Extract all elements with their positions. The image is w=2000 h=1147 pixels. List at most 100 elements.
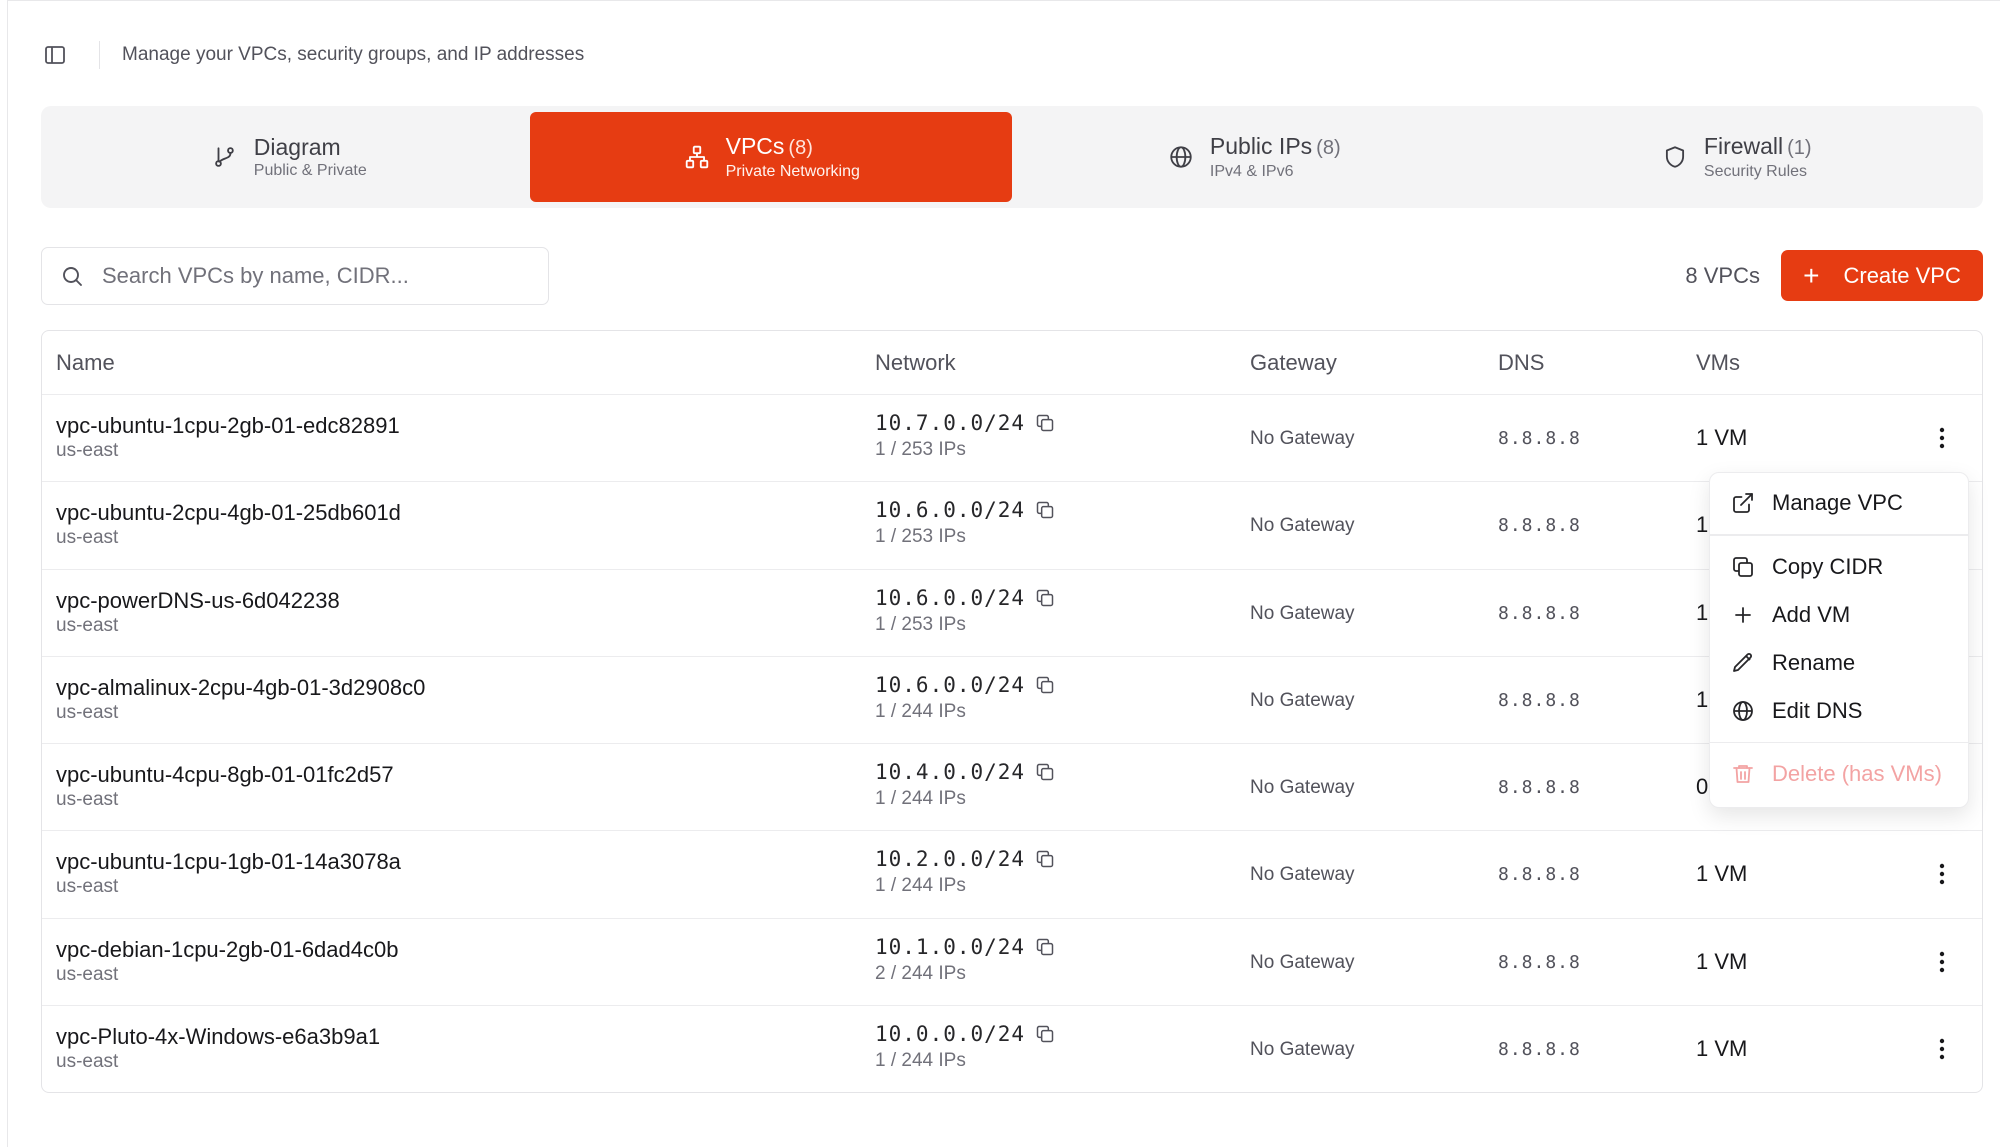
vpc-region: us-east	[56, 876, 119, 898]
menu-item-edit-dns[interactable]: Edit DNS	[1710, 687, 1968, 735]
column-header-network[interactable]: Network	[875, 350, 956, 376]
dns-value: 8.8.8.8	[1498, 864, 1581, 886]
tab-count-badge: (8)	[788, 137, 813, 159]
ip-usage: 1 / 253 IPs	[875, 526, 966, 548]
ip-usage: 2 / 244 IPs	[875, 962, 966, 984]
network-cell: 10.2.0.0/24 1 / 244 IPs	[875, 847, 1057, 897]
git-branch-icon	[210, 142, 240, 172]
vpc-region: us-east	[56, 527, 119, 549]
column-header-gateway[interactable]: Gateway	[1250, 350, 1337, 376]
network-cell: 10.0.0.0/24 1 / 244 IPs	[875, 1022, 1057, 1072]
vpc-name[interactable]: vpc-almalinux-2cpu-4gb-01-3d2908c0	[56, 674, 425, 702]
copy-icon[interactable]	[1035, 761, 1057, 783]
menu-item-manage-vpc[interactable]: Manage VPC	[1710, 479, 1968, 527]
sidebar-toggle-icon[interactable]	[41, 41, 69, 69]
copy-icon[interactable]	[1035, 936, 1057, 958]
cidr-value: 10.6.0.0/24	[875, 498, 1026, 523]
vpc-name-cell: vpc-debian-1cpu-2gb-01-6dad4c0b us-east	[56, 936, 398, 986]
vpc-name[interactable]: vpc-ubuntu-1cpu-1gb-01-14a3078a	[56, 848, 401, 876]
gateway-value: No Gateway	[1250, 689, 1355, 711]
tab-subtitle: Public & Private	[253, 162, 367, 179]
table-row[interactable]: vpc-ubuntu-1cpu-2gb-01-edc82891 us-east 10…	[42, 395, 1982, 483]
ip-usage: 1 / 253 IPs	[875, 613, 966, 635]
tab-subtitle: Security Rules	[1703, 163, 1808, 180]
copy-icon[interactable]	[1035, 412, 1057, 434]
table-row[interactable]: vpc-ubuntu-2cpu-4gb-01-25db601d us-east 10…	[42, 482, 1982, 570]
vpc-name[interactable]: vpc-debian-1cpu-2gb-01-6dad4c0b	[56, 936, 398, 964]
tab-subtitle: IPv4 & IPv6	[1209, 163, 1294, 180]
shield-icon	[1660, 142, 1690, 172]
vpc-name-cell: vpc-ubuntu-1cpu-1gb-01-14a3078a us-east	[56, 848, 401, 898]
table-row[interactable]: vpc-debian-1cpu-2gb-01-6dad4c0b us-east 10…	[42, 919, 1982, 1007]
vpc-name[interactable]: vpc-powerDNS-us-6d042238	[56, 587, 340, 615]
column-header-dns[interactable]: DNS	[1498, 350, 1544, 376]
menu-item-rename[interactable]: Rename	[1710, 639, 1968, 687]
gateway-value: No Gateway	[1250, 515, 1355, 537]
menu-item-add-vm[interactable]: Add VM	[1710, 591, 1968, 639]
vpc-region: us-east	[56, 701, 119, 723]
more-vertical-icon[interactable]	[1930, 423, 1954, 453]
search-input[interactable]	[102, 263, 522, 289]
copy-icon[interactable]	[1035, 848, 1057, 870]
vpc-name[interactable]: vpc-ubuntu-1cpu-2gb-01-edc82891	[56, 412, 400, 440]
cidr-value: 10.6.0.0/24	[875, 585, 1026, 610]
vpc-region: us-east	[56, 789, 119, 811]
table-row[interactable]: vpc-ubuntu-4cpu-8gb-01-01fc2d57 us-east 10…	[42, 744, 1982, 832]
vpc-name[interactable]: vpc-Pluto-4x-Windows-e6a3b9a1	[56, 1023, 380, 1051]
network-cell: 10.4.0.0/24 1 / 244 IPs	[875, 760, 1057, 810]
globe-icon	[1730, 698, 1756, 724]
copy-icon[interactable]	[1035, 587, 1057, 609]
column-header-vms[interactable]: VMs	[1696, 350, 1740, 376]
vpc-region: us-east	[56, 963, 119, 985]
tab-bar: Diagram Public & Private VPCs (8) Private…	[41, 106, 1983, 208]
menu-item-delete: Delete (has VMs)	[1710, 750, 1968, 798]
more-vertical-icon[interactable]	[1930, 1034, 1954, 1064]
vm-count: 1	[1696, 686, 1709, 712]
create-vpc-button[interactable]: + Create VPC	[1781, 250, 1983, 301]
copy-icon[interactable]	[1035, 1023, 1057, 1045]
network-cell: 10.7.0.0/24 1 / 253 IPs	[875, 411, 1057, 461]
ip-usage: 1 / 253 IPs	[875, 439, 966, 460]
vm-count: 0	[1696, 774, 1709, 800]
cidr-value: 10.7.0.0/24	[875, 411, 1026, 435]
ip-usage: 1 / 244 IPs	[875, 788, 966, 810]
ip-usage: 1 / 244 IPs	[875, 700, 966, 722]
tab-firewall[interactable]: Firewall (1) Security Rules	[1495, 112, 1978, 202]
gateway-value: No Gateway	[1250, 602, 1355, 624]
copy-icon[interactable]	[1035, 499, 1057, 521]
table-header: Name Network Gateway DNS VMs	[42, 331, 1982, 395]
vpc-name-cell: vpc-ubuntu-2cpu-4gb-01-25db601d us-east	[56, 499, 401, 549]
more-vertical-icon[interactable]	[1930, 859, 1954, 889]
tab-title: VPCs	[725, 133, 785, 159]
cidr-value: 10.4.0.0/24	[875, 760, 1026, 785]
dns-value: 8.8.8.8	[1498, 602, 1581, 624]
vpc-name-cell: vpc-Pluto-4x-Windows-e6a3b9a1 us-east	[56, 1023, 380, 1073]
cidr-value: 10.1.0.0/24	[875, 934, 1026, 959]
gateway-value: No Gateway	[1250, 428, 1355, 449]
table-row[interactable]: vpc-Pluto-4x-Windows-e6a3b9a1 us-east 10.0…	[42, 1006, 1982, 1092]
copy-icon[interactable]	[1035, 674, 1057, 696]
tab-public-ips[interactable]: Public IPs (8) IPv4 & IPv6	[1012, 112, 1495, 202]
table-row[interactable]: vpc-powerDNS-us-6d042238 us-east 10.6.0.0/…	[42, 570, 1982, 657]
column-header-name[interactable]: Name	[56, 350, 115, 376]
ip-usage: 1 / 244 IPs	[875, 1050, 966, 1072]
page-header: Manage your VPCs, security groups, and I…	[41, 41, 584, 69]
tab-diagram[interactable]: Diagram Public & Private	[47, 112, 530, 202]
plus-icon	[1730, 602, 1756, 628]
search-icon	[60, 263, 86, 289]
vpc-name[interactable]: vpc-ubuntu-2cpu-4gb-01-25db601d	[56, 499, 401, 527]
tab-vpcs[interactable]: VPCs (8) Private Networking	[529, 112, 1012, 202]
more-vertical-icon[interactable]	[1930, 947, 1954, 977]
vpc-name[interactable]: vpc-ubuntu-4cpu-8gb-01-01fc2d57	[56, 761, 394, 789]
menu-item-copy-cidr[interactable]: Copy CIDR	[1710, 543, 1968, 591]
ip-usage: 1 / 244 IPs	[875, 875, 966, 897]
dns-value: 8.8.8.8	[1498, 515, 1581, 537]
table-row[interactable]: vpc-ubuntu-1cpu-1gb-01-14a3078a us-east 10…	[42, 831, 1982, 919]
menu-item-label: Edit DNS	[1772, 697, 1863, 723]
vm-count: 1	[1696, 512, 1709, 538]
table-body: vpc-ubuntu-1cpu-2gb-01-edc82891 us-east 10…	[42, 395, 1982, 1092]
menu-divider	[1710, 534, 1968, 536]
table-row[interactable]: vpc-almalinux-2cpu-4gb-01-3d2908c0 us-eas…	[42, 657, 1982, 745]
vpc-name-cell: vpc-ubuntu-4cpu-8gb-01-01fc2d57 us-east	[56, 761, 394, 811]
vpc-name-cell: vpc-powerDNS-us-6d042238 us-east	[56, 587, 340, 637]
